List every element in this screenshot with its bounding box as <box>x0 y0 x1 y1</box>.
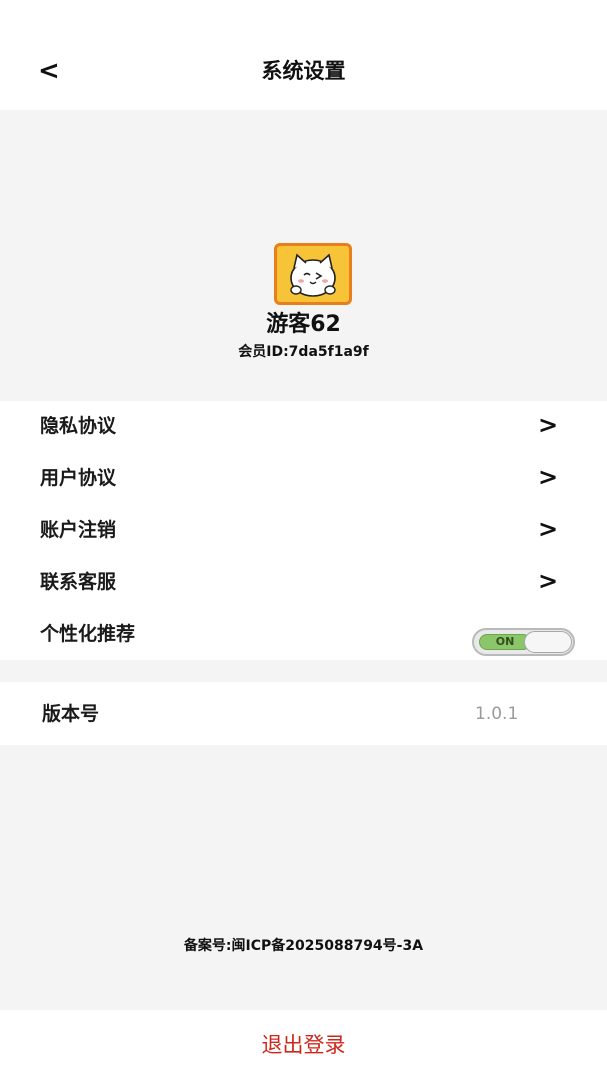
version-row: 版本号 1.0.1 <box>0 682 607 745</box>
menu-item-label: 联系客服 <box>40 571 117 593</box>
personalization-toggle[interactable]: ON <box>472 628 575 656</box>
icp-record: 备案号:闽ICP备2025088794号-3A <box>183 938 424 954</box>
chevron-right-icon: > <box>538 411 559 439</box>
username: 游客62 <box>266 312 341 337</box>
menu-item-user-agreement[interactable]: 用户协议 > <box>0 453 607 505</box>
menu-item-privacy-policy[interactable]: 隐私协议 > <box>0 401 607 453</box>
member-id: 会员ID:7da5f1a9f <box>238 344 369 360</box>
top-bar: < 系统设置 <box>0 0 607 110</box>
cat-avatar-icon <box>290 253 336 297</box>
menu-item-label: 隐私协议 <box>40 415 117 437</box>
menu-item-contact-support[interactable]: 联系客服 > <box>0 557 607 609</box>
menu-item-label: 个性化推荐 <box>40 623 136 645</box>
page-title: 系统设置 <box>261 59 346 83</box>
avatar <box>274 243 352 305</box>
logout-button[interactable]: 退出登录 <box>0 1028 607 1062</box>
chevron-right-icon: > <box>538 515 559 543</box>
version-label: 版本号 <box>42 703 100 725</box>
version-value: 1.0.1 <box>475 704 519 724</box>
menu-item-personalization: 个性化推荐 ON <box>0 609 607 661</box>
menu-item-label: 账户注销 <box>40 519 117 541</box>
menu-item-label: 用户协议 <box>40 467 117 489</box>
settings-menu: 隐私协议 > 用户协议 > 账户注销 > 联系客服 > 个性化推荐 ON <box>0 401 607 660</box>
chevron-right-icon: > <box>538 463 559 491</box>
toggle-knob <box>524 631 572 653</box>
bottom-bar: 退出登录 <box>0 1010 607 1080</box>
menu-item-account-deletion[interactable]: 账户注销 > <box>0 505 607 557</box>
chevron-right-icon: > <box>538 567 559 595</box>
